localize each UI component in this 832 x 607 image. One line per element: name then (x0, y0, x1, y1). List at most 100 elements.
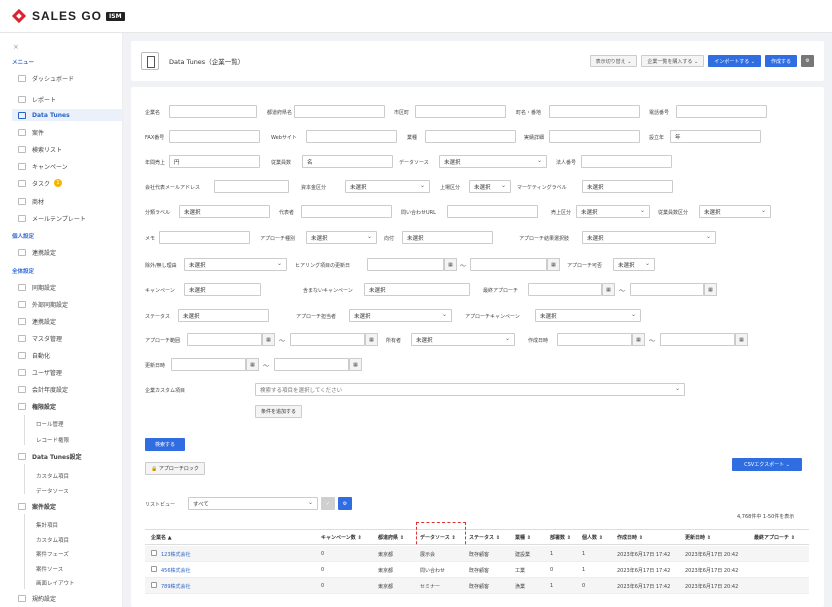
website-input[interactable] (306, 130, 397, 143)
col-persons[interactable]: 個人数 ⇕ (582, 534, 603, 541)
campaign-input[interactable]: 未選択 (184, 283, 261, 296)
search-button[interactable]: 検索する (145, 438, 185, 451)
edit-view-button[interactable]: ⚙ (338, 497, 352, 510)
row-checkbox[interactable] (151, 566, 157, 572)
industry-input[interactable] (425, 130, 516, 143)
col-company[interactable]: 企業名 ▲ (151, 534, 172, 541)
last-approach-to[interactable] (630, 283, 704, 296)
sidebar-item-dashboard[interactable]: ダッシュボード (18, 72, 118, 84)
updated-from[interactable] (171, 358, 246, 371)
owner-select[interactable]: 未選択 (411, 333, 515, 346)
sidebar-item-data-tunes-settings[interactable]: Data Tunes設定 (18, 450, 118, 462)
revenue-div-select[interactable]: 未選択 (576, 205, 650, 218)
calendar-icon[interactable]: ▦ (547, 258, 560, 271)
founded-input[interactable]: 年 (670, 130, 761, 143)
list-view-select[interactable]: すべて (188, 497, 318, 510)
col-departments[interactable]: 部署数 ⇕ (550, 534, 571, 541)
sidebar-item-fiscal-year[interactable]: 会計年度設定 (18, 383, 118, 395)
marketing-label-input[interactable]: 未選択 (582, 180, 673, 193)
col-industry[interactable]: 業種 ⇕ (515, 534, 531, 541)
employees-div-select[interactable]: 未選択 (699, 205, 771, 218)
calendar-icon[interactable]: ▦ (735, 333, 748, 346)
sidebar-sub-deal-custom[interactable]: カスタム項目 (36, 536, 69, 544)
sidebar-sub-record-permission[interactable]: レコード権限 (36, 436, 69, 444)
table-row[interactable]: 456株式会社 0 東京都 問い合わせ 既存顧客 工業 0 1 2023年6月1… (145, 562, 809, 578)
updated-to[interactable] (274, 358, 349, 371)
add-condition-button[interactable]: 条件を追加する (255, 405, 303, 418)
approach-period-to[interactable] (290, 333, 365, 346)
sidebar-item-deals[interactable]: 案件 (18, 126, 118, 138)
sidebar-sub-deal-source[interactable]: 案件ソース (36, 565, 63, 573)
created-from[interactable] (557, 333, 632, 346)
col-last-approach[interactable]: 最終アプローチ ⇕ (754, 534, 795, 541)
sidebar-item-mail-template[interactable]: メールテンプレート (18, 212, 118, 224)
company-link[interactable]: 456株式会社 (161, 567, 191, 574)
sidebar-sub-custom-fields[interactable]: カスタム項目 (36, 472, 69, 480)
employees-input[interactable]: 名 (302, 155, 393, 168)
prefecture-input[interactable] (294, 105, 385, 118)
contact-url-input[interactable] (447, 205, 538, 218)
revenue-input[interactable]: 円 (169, 155, 260, 168)
sidebar-item-external-sync[interactable]: 外部同期設定 (18, 298, 118, 310)
sidebar-item-deal-settings[interactable]: 案件設定 (18, 500, 118, 512)
sidebar-sub-roles[interactable]: ロール管理 (36, 420, 64, 428)
corp-number-input[interactable] (581, 155, 672, 168)
table-row[interactable]: 789株式会社 0 東京都 セミナー 既存顧客 漁業 1 0 2023年6月17… (145, 578, 809, 594)
address-input[interactable] (549, 105, 640, 118)
city-input[interactable] (415, 105, 506, 118)
memo-input[interactable] (159, 231, 250, 244)
last-approach-from[interactable] (528, 283, 602, 296)
rep-email-input[interactable] (214, 180, 289, 193)
sidebar-item-master[interactable]: マスタ管理 (18, 332, 118, 344)
hearing-date-to[interactable] (470, 258, 547, 271)
col-campaigns[interactable]: キャンペーン数 ⇕ (321, 534, 362, 541)
sidebar-sub-aggregate[interactable]: 集計項目 (36, 521, 58, 529)
calendar-icon[interactable]: ▦ (365, 333, 378, 346)
fax-input[interactable] (169, 130, 260, 143)
sidebar-item-sync[interactable]: 同期設定 (18, 281, 118, 293)
fiscal-detail-input[interactable] (549, 130, 640, 143)
settings-button[interactable]: ⚙ (801, 55, 814, 67)
sidebar-item-campaign[interactable]: キャンペーン (18, 160, 118, 172)
phone-input[interactable] (676, 105, 767, 118)
representative-input[interactable] (301, 205, 392, 218)
calendar-icon[interactable]: ▦ (632, 333, 645, 346)
sidebar-item-task[interactable]: タスク 1 (18, 177, 118, 189)
custom-item-select[interactable]: 検索する項目を選択してください (255, 383, 685, 396)
campaign-exclude-input[interactable]: 未選択 (364, 283, 470, 296)
col-status[interactable]: ステータス ⇕ (469, 534, 500, 541)
sidebar-item-personal-integration[interactable]: 連携設定 (18, 246, 118, 258)
calendar-icon[interactable]: ▦ (246, 358, 259, 371)
capital-div-select[interactable]: 未選択 (345, 180, 430, 193)
calendar-icon[interactable]: ▦ (444, 258, 457, 271)
sidebar-item-integration[interactable]: 連携設定 (18, 315, 118, 327)
approach-period-from[interactable] (187, 333, 262, 346)
status-input[interactable]: 未選択 (178, 309, 269, 322)
approach-result-select[interactable]: 未選択 (582, 231, 716, 244)
approach-lock-button[interactable]: 🔒 アプローチロック (145, 462, 205, 475)
sidebar-item-permissions[interactable]: 権限設定 (18, 400, 118, 412)
sidebar-item-users[interactable]: ユーザ管理 (18, 366, 118, 378)
sidebar-item-terms[interactable]: 規約設定 (18, 592, 118, 604)
sidebar-sub-data-source[interactable]: データソース (36, 487, 69, 495)
data-source-select[interactable]: 未選択 (439, 155, 547, 168)
created-to[interactable] (660, 333, 735, 346)
save-view-button[interactable]: ✓ (321, 497, 335, 510)
sidebar-item-products[interactable]: 商材 (18, 195, 118, 207)
calendar-icon[interactable]: ▦ (349, 358, 362, 371)
col-created[interactable]: 作成日時 ⇕ (617, 534, 643, 541)
view-toggle-button[interactable]: 表示切り替え ⌄ (589, 55, 638, 67)
col-updated[interactable]: 更新日時 ⇕ (685, 534, 711, 541)
calendar-icon[interactable]: ▦ (262, 333, 275, 346)
sidebar-item-report[interactable]: レポート (18, 93, 118, 105)
company-name-input[interactable] (169, 105, 257, 118)
col-prefecture[interactable]: 都道府県 ⇕ (378, 534, 404, 541)
calendar-icon[interactable]: ▦ (602, 283, 615, 296)
approach-campaign-select[interactable]: 未選択 (535, 309, 641, 322)
direction-input[interactable]: 未選択 (402, 231, 493, 244)
sidebar-item-search-list[interactable]: 検索リスト (18, 143, 118, 155)
row-checkbox[interactable] (151, 582, 157, 588)
close-icon[interactable]: × (13, 43, 19, 51)
sidebar-sub-layout[interactable]: 画面レイアウト (36, 579, 75, 587)
approach-owner-select[interactable]: 未選択 (349, 309, 452, 322)
